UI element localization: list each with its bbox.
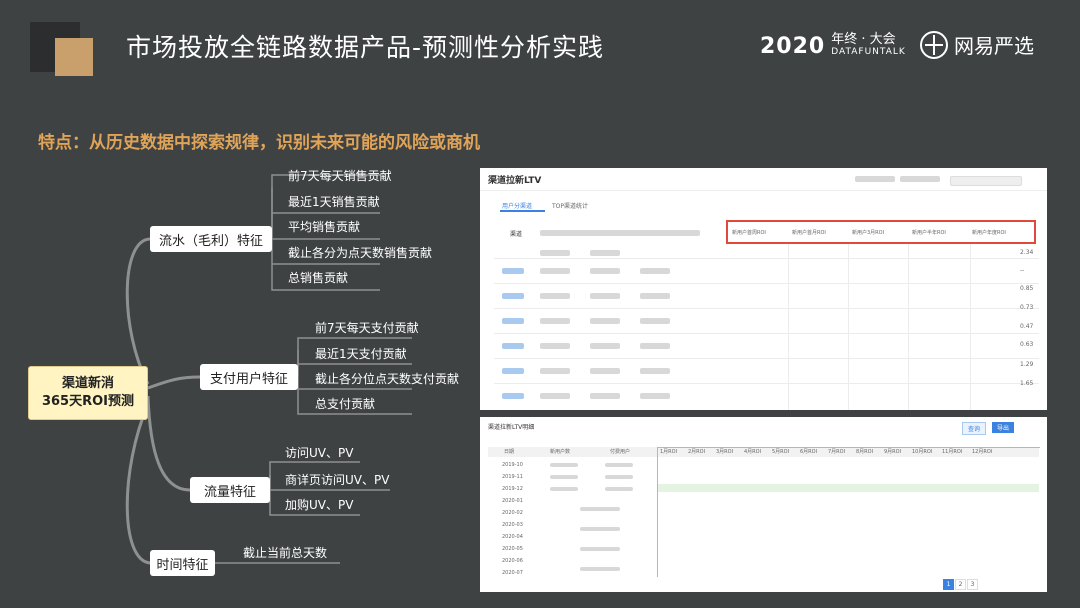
leaf-revenue-1: 前7天每天销售贡献 xyxy=(288,169,392,183)
page-3[interactable]: 3 xyxy=(967,579,978,590)
brand-sub: DATAFUNTALK xyxy=(831,47,906,57)
col-m12: 12月ROI xyxy=(972,449,993,455)
col-m3: 3月ROI xyxy=(716,449,734,455)
leaf-revenue-4: 截止各分为点天数销售贡献 xyxy=(288,246,433,260)
brand-year: 2020 xyxy=(760,33,826,59)
col-m7: 7月ROI xyxy=(828,449,846,455)
leaf-traffic-2: 商详页访问UV、PV xyxy=(285,473,390,487)
tab-top-channel[interactable]: TOP渠道统计 xyxy=(552,201,588,210)
leaf-time-1: 截止当前总天数 xyxy=(243,546,328,560)
screenshot-header: 渠道拉新LTV xyxy=(480,168,1047,191)
export-button[interactable]: 导出 xyxy=(992,422,1015,433)
row-date-8: 2020-05 xyxy=(502,546,523,552)
leaf-revenue-2: 最近1天销售贡献 xyxy=(288,195,380,209)
row-date-7: 2020-04 xyxy=(502,534,523,540)
brand-event: 年终 · 大会 xyxy=(831,32,896,47)
query-button[interactable]: 查询 xyxy=(962,422,987,435)
branch-traffic: 流量特征 xyxy=(190,477,270,503)
column-channel: 渠道 xyxy=(510,231,523,238)
row-date-1: 2019-10 xyxy=(502,462,523,468)
row-date-5: 2020-02 xyxy=(502,510,523,516)
roi-value-3: 0.85 xyxy=(1020,285,1034,292)
col-m10: 10月ROI xyxy=(912,449,933,455)
roi-value-5: 0.47 xyxy=(1020,323,1034,330)
leaf-revenue-5: 总销售贡献 xyxy=(288,271,349,285)
roi-value-1: 2.34 xyxy=(1020,249,1034,256)
branch-time: 时间特征 xyxy=(150,550,215,576)
col-new-users: 新用户数 xyxy=(550,449,571,455)
company-logo-icon xyxy=(920,30,948,59)
company-brand: 网易严选 xyxy=(920,30,1034,59)
mindmap-root: 渠道新消 365天ROI预测 xyxy=(28,366,148,420)
row-date-9: 2020-06 xyxy=(502,558,523,564)
ltv-detail-screenshot: 渠道拉新LTV明细 查询 导出 日期 新用户数 付费用户 1月ROI 2月ROI… xyxy=(480,417,1047,592)
screenshot-title: 渠道拉新LTV xyxy=(488,176,542,186)
mindmap-connectors xyxy=(125,174,412,565)
company-name: 网易严选 xyxy=(954,34,1034,58)
root-line2: 365天ROI预测 xyxy=(41,394,135,409)
col-m11: 11月ROI xyxy=(942,449,963,455)
col-m5: 5月ROI xyxy=(772,449,790,455)
event-brand: 2020 年终 · 大会 DATAFUNTALK xyxy=(760,28,906,64)
leaf-traffic-1: 访问UV、PV xyxy=(285,446,354,460)
leaf-pay-3: 截止各分位点天数支付贡献 xyxy=(315,372,460,386)
roi-value-7: 1.29 xyxy=(1020,361,1034,368)
ltv-dashboard-screenshot: 渠道拉新LTV 用户分渠道 TOP渠道统计 渠道 新用户首周ROI 新用户首月R… xyxy=(480,168,1047,410)
col-paid-users: 付费用户 xyxy=(610,449,631,455)
col-date: 日期 xyxy=(504,449,515,455)
hl-col-3: 新用户3月ROI xyxy=(852,230,885,236)
hl-col-2: 新用户首月ROI xyxy=(792,230,826,236)
col-m6: 6月ROI xyxy=(800,449,818,455)
roi-value-4: 0.73 xyxy=(1020,304,1034,311)
leaf-pay-2: 最近1天支付贡献 xyxy=(315,347,407,361)
row-date-6: 2020-03 xyxy=(502,522,523,528)
leaf-pay-1: 前7天每天支付贡献 xyxy=(315,321,419,335)
branch-revenue: 流水（毛利）特征 xyxy=(150,226,272,252)
row-date-2: 2019-11 xyxy=(502,474,523,480)
hl-col-1: 新用户首周ROI xyxy=(732,230,766,236)
row-date-4: 2020-01 xyxy=(502,498,523,504)
tab-user-channel[interactable]: 用户分渠道 xyxy=(502,201,532,210)
page-2[interactable]: 2 xyxy=(955,579,966,590)
hl-col-5: 新用户年度ROI xyxy=(972,230,1006,236)
row-date-3: 2019-12 xyxy=(502,486,523,492)
roi-value-2: -- xyxy=(1020,267,1025,274)
roi-value-8: 1.65 xyxy=(1020,380,1034,387)
leaf-revenue-3: 平均销售贡献 xyxy=(288,220,361,234)
row-date-10: 2020-07 xyxy=(502,570,523,576)
hl-col-4: 新用户半年ROI xyxy=(912,230,946,236)
col-m8: 8月ROI xyxy=(856,449,874,455)
leaf-pay-4: 总支付贡献 xyxy=(315,397,376,411)
roi-value-6: 0.63 xyxy=(1020,341,1034,348)
col-m2: 2月ROI xyxy=(688,449,706,455)
branch-paying-users: 支付用户特征 xyxy=(200,364,298,390)
col-m1: 1月ROI xyxy=(660,449,678,455)
col-m4: 4月ROI xyxy=(744,449,762,455)
col-m9: 9月ROI xyxy=(884,449,902,455)
leaf-traffic-3: 加购UV、PV xyxy=(285,498,354,512)
root-line1: 渠道新消 xyxy=(61,376,114,391)
screenshot2-title: 渠道拉新LTV明细 xyxy=(488,424,535,431)
page-1[interactable]: 1 xyxy=(943,579,954,590)
